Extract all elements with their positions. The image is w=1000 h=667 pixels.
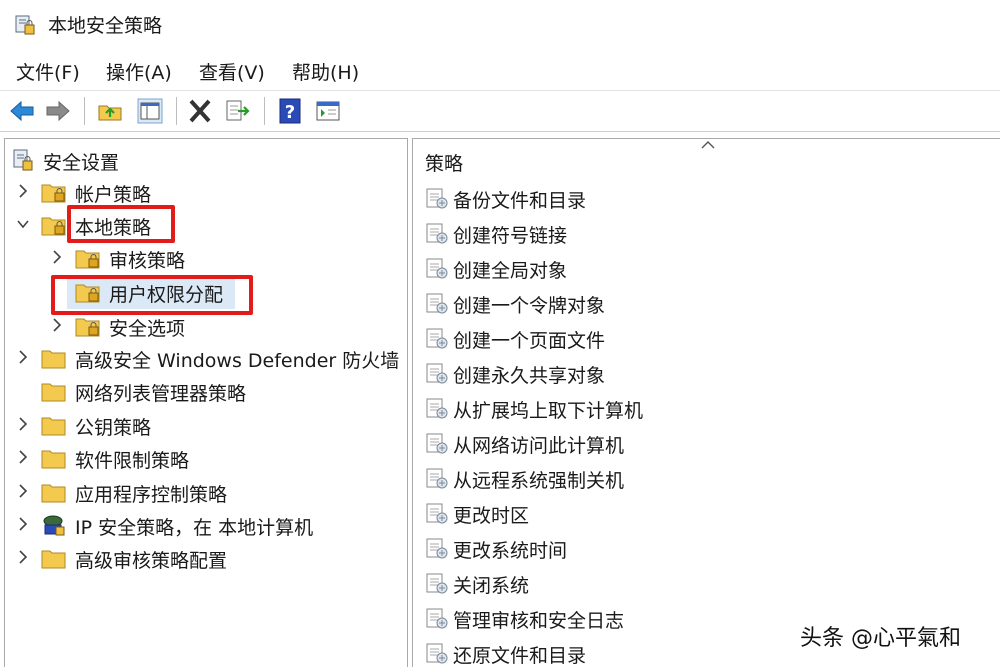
folder-icon <box>41 383 66 402</box>
policy-icon <box>425 466 449 490</box>
folder-icon <box>75 318 100 337</box>
security-policy-app-icon <box>15 15 35 35</box>
menu-view[interactable]: 查看(V) <box>199 58 265 85</box>
menu-help[interactable]: 帮助(H) <box>292 58 359 85</box>
tree-item-public-key-policies[interactable]: 公钥策略 <box>11 410 401 440</box>
highlight-box-user-rights <box>51 275 253 315</box>
delete-icon[interactable] <box>186 98 214 124</box>
policy-label: 关闭系统 <box>453 575 530 597</box>
sort-ascending-icon[interactable] <box>701 141 715 149</box>
policy-label: 创建符号链接 <box>453 225 568 247</box>
policy-icon <box>425 256 449 280</box>
policy-icon <box>425 291 449 315</box>
chevron-right-icon[interactable] <box>17 516 29 532</box>
tree-item-label: 安全选项 <box>109 318 186 340</box>
chevron-right-icon[interactable] <box>51 249 63 265</box>
chevron-right-icon[interactable] <box>17 449 29 465</box>
highlight-box-local-policies <box>67 205 175 243</box>
up-folder-icon[interactable] <box>96 98 124 124</box>
watermark: 头条 @心平氣和 <box>800 626 961 651</box>
policy-label: 创建永久共享对象 <box>453 365 606 387</box>
tree-item-network-list-manager[interactable]: 网络列表管理器策略 <box>11 376 401 406</box>
policy-label: 备份文件和目录 <box>453 190 587 212</box>
policy-label: 创建一个令牌对象 <box>453 295 606 317</box>
tree-item-label: 帐户策略 <box>75 184 152 206</box>
show-hide-tree-icon[interactable] <box>136 98 164 124</box>
menu-bar: 文件(F) 操作(A) 查看(V) 帮助(H) <box>0 52 1000 88</box>
policy-label: 管理审核和安全日志 <box>453 610 625 632</box>
policy-icon <box>425 571 449 595</box>
policy-icon <box>425 186 449 210</box>
security-settings-icon <box>13 149 33 171</box>
column-header-policy[interactable]: 策略 <box>425 149 463 176</box>
tree-item-label: 应用程序控制策略 <box>75 484 228 506</box>
tree-item-label: 审核策略 <box>109 250 186 272</box>
title-bar: 本地安全策略 <box>0 0 1000 50</box>
policy-icon <box>425 221 449 245</box>
chevron-right-icon[interactable] <box>17 483 29 499</box>
folder-icon <box>41 184 66 203</box>
chevron-down-icon[interactable] <box>17 216 29 232</box>
policy-icon <box>425 431 449 455</box>
policy-label: 创建一个页面文件 <box>453 330 606 352</box>
policy-label: 更改系统时间 <box>453 540 568 562</box>
policy-icon <box>425 536 449 560</box>
policy-label: 从网络访问此计算机 <box>453 435 625 457</box>
policy-icon <box>425 326 449 350</box>
chevron-right-icon[interactable] <box>17 183 29 199</box>
policy-label: 创建全局对象 <box>453 260 568 282</box>
tree-root-label: 安全设置 <box>43 152 120 174</box>
tree-item-label: 高级安全 Windows Defender 防火墙 <box>75 350 400 372</box>
folder-icon <box>41 550 66 569</box>
ip-security-icon <box>43 515 65 536</box>
folder-icon <box>41 350 66 369</box>
tree-item-software-restriction[interactable]: 软件限制策略 <box>11 443 401 473</box>
policy-icon <box>425 641 449 665</box>
tree-item-ip-security[interactable]: IP 安全策略，在 本地计算机 <box>11 510 401 540</box>
chevron-right-icon[interactable] <box>17 549 29 565</box>
folder-icon <box>41 450 66 469</box>
tree-item-label: 高级审核策略配置 <box>75 550 228 572</box>
policy-list-pane: 策略 备份文件和目录 创建符号链接 创建全局对象创建一个令牌对象 创建一个页面文件 创建… <box>412 138 1000 667</box>
folder-open-icon <box>41 217 66 236</box>
export-list-icon[interactable] <box>224 98 252 124</box>
policy-icon <box>425 501 449 525</box>
policy-label: 从扩展坞上取下计算机 <box>453 400 644 422</box>
tree-item-account-policies[interactable]: 帐户策略 <box>11 177 401 207</box>
tree-item-label: IP 安全策略，在 本地计算机 <box>75 517 314 539</box>
menu-action[interactable]: 操作(A) <box>106 58 172 85</box>
policy-label: 从远程系统强制关机 <box>453 470 625 492</box>
window-title: 本地安全策略 <box>48 15 163 37</box>
tree-item-defender-firewall[interactable]: 高级安全 Windows Defender 防火墙 <box>11 343 401 373</box>
tree-item-advanced-audit[interactable]: 高级审核策略配置 <box>11 543 401 573</box>
chevron-right-icon[interactable] <box>17 349 29 365</box>
properties-icon[interactable] <box>314 98 342 124</box>
toolbar-separator <box>84 97 85 125</box>
chevron-right-icon[interactable] <box>17 416 29 432</box>
toolbar: ? <box>0 90 1000 132</box>
toolbar-separator <box>176 97 177 125</box>
svg-text:?: ? <box>285 102 295 123</box>
tree-item-label: 网络列表管理器策略 <box>75 383 247 405</box>
tree-item-security-options[interactable]: 安全选项 <box>11 311 401 341</box>
chevron-right-icon[interactable] <box>51 317 63 333</box>
tree-item-label: 软件限制策略 <box>75 450 190 472</box>
tree-item-application-control[interactable]: 应用程序控制策略 <box>11 477 401 507</box>
folder-icon <box>41 417 66 436</box>
toolbar-separator <box>264 97 265 125</box>
policy-icon <box>425 606 449 630</box>
tree-item-label: 公钥策略 <box>75 417 152 439</box>
folder-icon <box>75 250 100 269</box>
forward-icon[interactable] <box>44 98 72 124</box>
back-icon[interactable] <box>8 98 36 124</box>
policy-label: 还原文件和目录 <box>453 645 587 667</box>
tree-item-audit-policy[interactable]: 审核策略 <box>11 243 401 273</box>
policy-icon <box>425 396 449 420</box>
policy-icon <box>425 361 449 385</box>
help-icon[interactable]: ? <box>276 98 304 124</box>
folder-icon <box>41 484 66 503</box>
policy-label: 更改时区 <box>453 505 530 527</box>
tree-pane: 安全设置 帐户策略 本地策略 审核策略 用户权限分配 安全选项 高级安全 Win… <box>4 138 408 667</box>
menu-file[interactable]: 文件(F) <box>16 58 80 85</box>
